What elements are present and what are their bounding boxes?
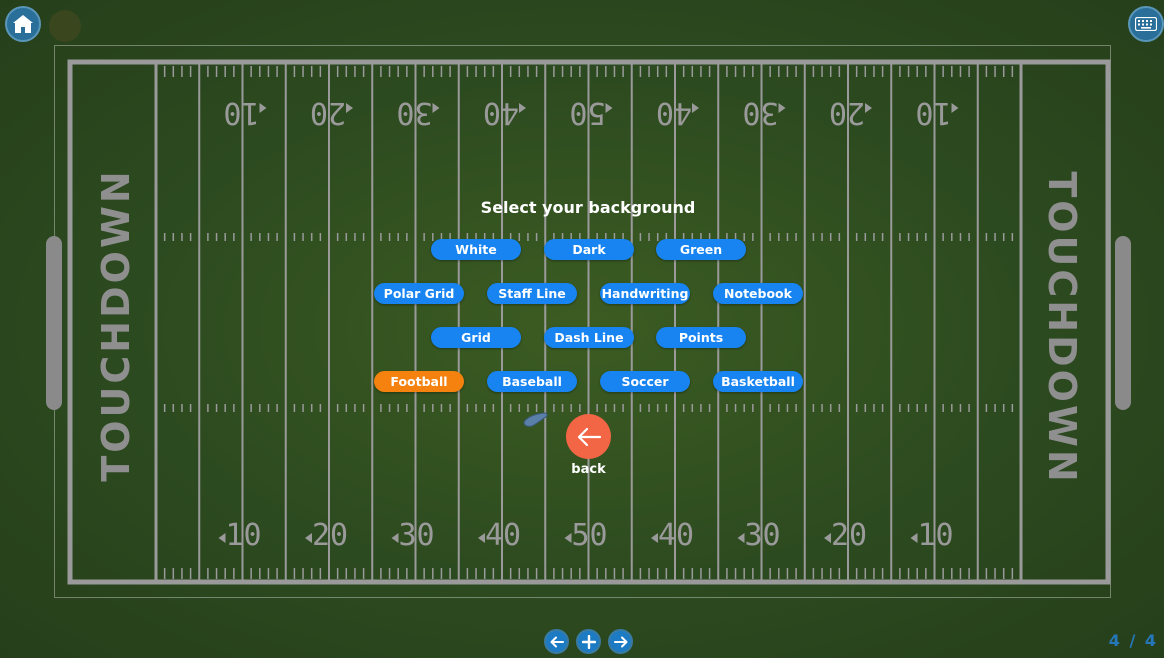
back-button[interactable]	[566, 414, 611, 459]
yard-number-bottom: 50	[571, 518, 607, 553]
yard-direction-arrow	[218, 533, 226, 543]
panel-title: Select your background	[480, 198, 696, 217]
yard-direction-arrow	[564, 533, 572, 543]
arrow-left-icon	[577, 427, 601, 446]
arrow-left-icon	[550, 636, 564, 647]
yard-direction-arrow	[259, 103, 267, 113]
plus-icon	[581, 634, 596, 649]
yard-number-top: 30	[742, 95, 778, 130]
yard-direction-arrow	[865, 103, 872, 113]
add-page-button[interactable]	[576, 629, 601, 654]
keyboard-icon	[1135, 17, 1157, 31]
page-indicator: 4 / 4	[1108, 631, 1158, 650]
yard-number-bottom: 20	[312, 518, 348, 553]
yard-direction-arrow	[951, 103, 959, 113]
yard-number-top: 10	[223, 95, 259, 130]
yard-direction-arrow	[478, 533, 485, 543]
bg-option-handwriting[interactable]: Handwriting	[600, 283, 690, 304]
yard-number-top: 20	[310, 95, 346, 130]
goal-post-left	[46, 236, 62, 410]
yard-direction-arrow	[432, 103, 440, 113]
bg-option-dash-line[interactable]: Dash Line	[544, 327, 634, 348]
yard-direction-arrow	[778, 103, 786, 113]
prev-page-button[interactable]	[544, 629, 569, 654]
yard-direction-arrow	[651, 533, 658, 543]
keyboard-button[interactable]	[1128, 6, 1164, 42]
bg-option-staff-line[interactable]: Staff Line	[487, 283, 577, 304]
yard-number-bottom: 40	[658, 518, 694, 553]
bg-option-points[interactable]: Points	[656, 327, 746, 348]
next-page-button[interactable]	[608, 629, 633, 654]
arrow-right-icon	[613, 636, 627, 647]
canvas-page: 10 20 30 40 50 40 30 20 10 10 20 30 40 50 40 30 20 10 TO…	[0, 0, 1164, 658]
endzone-right-text: TOUCHDOWN	[1040, 171, 1084, 485]
home-icon	[13, 15, 33, 33]
yard-number-bottom: 40	[485, 518, 521, 553]
yard-direction-arrow	[346, 103, 353, 113]
yard-direction-arrow	[824, 533, 831, 543]
bg-option-notebook[interactable]: Notebook	[713, 283, 803, 304]
bg-option-soccer[interactable]: Soccer	[600, 371, 690, 392]
yard-direction-arrow	[519, 103, 526, 113]
yard-number-top: 40	[656, 95, 692, 130]
bg-option-green[interactable]: Green	[656, 239, 746, 260]
yard-direction-arrow	[737, 533, 745, 543]
hand-cursor-icon	[523, 412, 548, 427]
yard-lines	[198, 64, 979, 580]
bg-option-football[interactable]: Football	[374, 371, 464, 392]
yard-number-top: 30	[396, 95, 432, 130]
yard-numbers-bottom: 10 20 30 40 50 40 30 20 10	[218, 518, 954, 553]
yard-number-top: 40	[483, 95, 519, 130]
yard-number-top: 20	[829, 95, 865, 130]
bg-option-baseball[interactable]: Baseball	[487, 371, 577, 392]
bg-option-white[interactable]: White	[431, 239, 521, 260]
bg-option-grid[interactable]: Grid	[431, 327, 521, 348]
yard-number-bottom: 10	[917, 518, 953, 553]
yard-numbers-top: 10 20 30 40 50 40 30 20 10	[223, 95, 959, 130]
yard-number-bottom: 30	[398, 518, 434, 553]
yard-direction-arrow	[910, 533, 918, 543]
bg-option-basketball[interactable]: Basketball	[713, 371, 803, 392]
yard-number-bottom: 10	[225, 518, 261, 553]
yard-number-bottom: 30	[744, 518, 780, 553]
goal-post-right	[1115, 236, 1131, 410]
yard-direction-arrow	[391, 533, 399, 543]
yard-direction-arrow	[305, 533, 312, 543]
back-label: back	[571, 462, 606, 477]
yard-number-top: 10	[915, 95, 951, 130]
bg-option-polar-grid[interactable]: Polar Grid	[374, 283, 464, 304]
home-button[interactable]	[5, 6, 41, 42]
bg-option-dark[interactable]: Dark	[544, 239, 634, 260]
yard-number-top: 50	[569, 95, 605, 130]
yard-direction-arrow	[605, 103, 613, 113]
endzone-left-text: TOUCHDOWN	[94, 168, 138, 482]
yard-direction-arrow	[692, 103, 699, 113]
yard-number-bottom: 20	[831, 518, 867, 553]
hidden-tool-button[interactable]	[49, 10, 81, 42]
